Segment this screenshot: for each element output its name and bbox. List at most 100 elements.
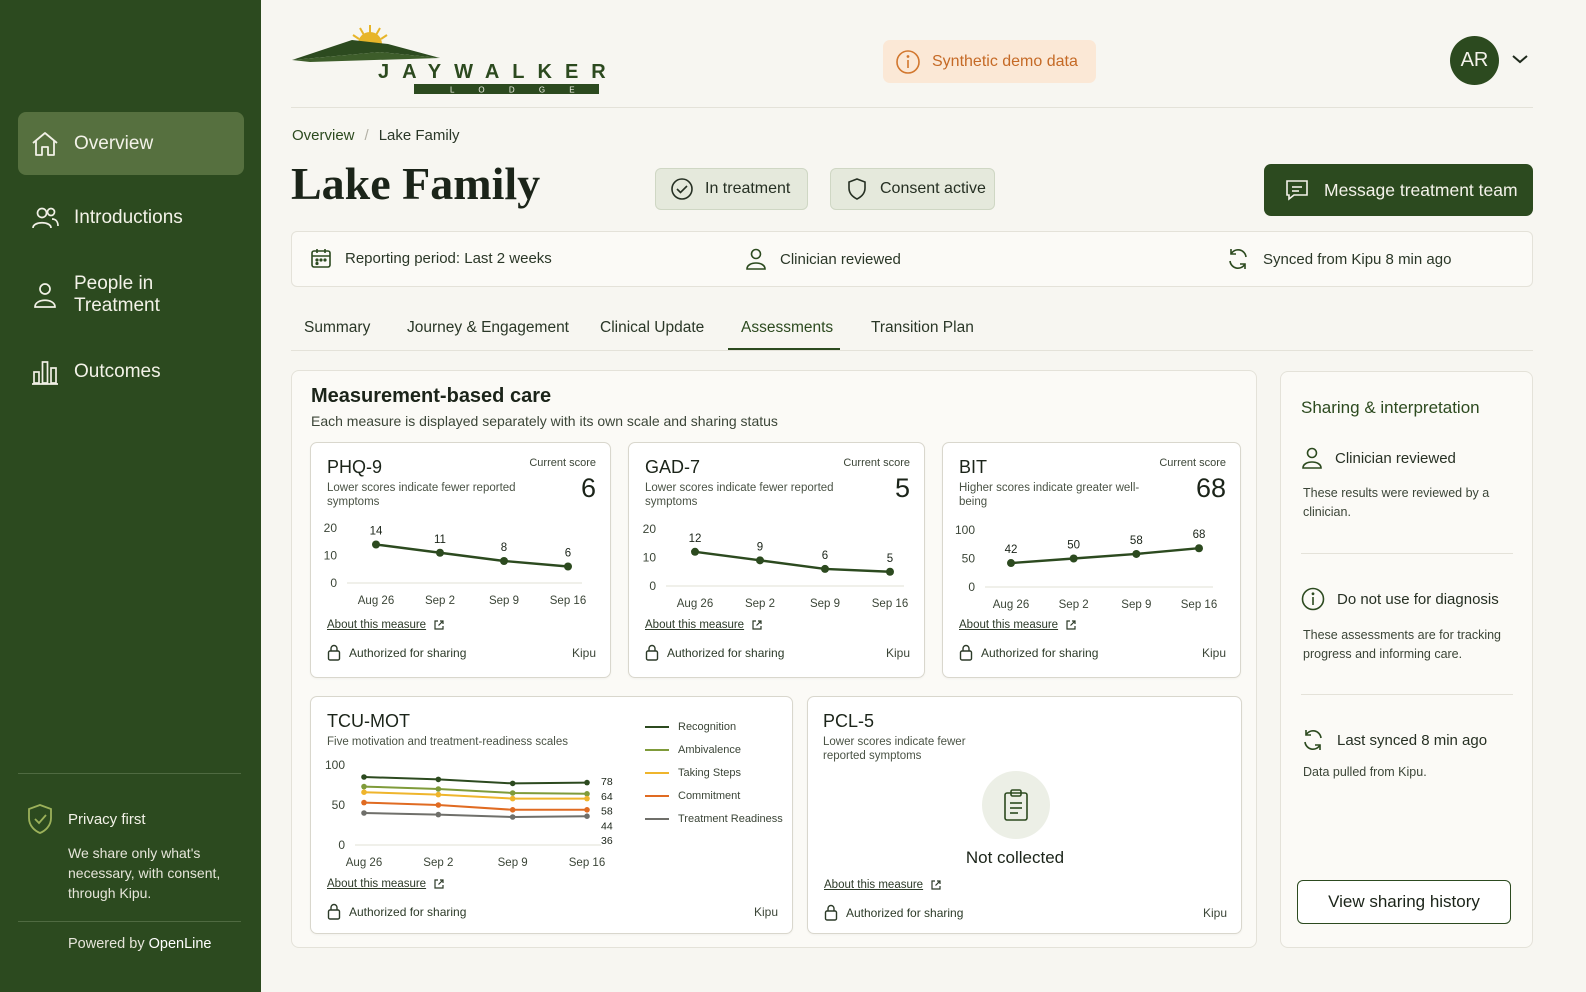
legend-item: Commitment [645,785,783,808]
lock-icon [327,644,341,661]
side-panel-title: Sharing & interpretation [1301,398,1480,417]
external-link-icon [434,879,444,889]
sidebar-item-outcomes[interactable]: Outcomes [18,340,244,403]
end-value-label: 36 [601,835,613,847]
sidebar-item-label: Outcomes [74,360,161,382]
powered-brand: OpenLine [148,936,212,952]
not-collected-text: Not collected [965,848,1065,867]
y-tick-label: 20 [643,522,657,536]
x-tick-label: Sep 2 [1059,599,1089,611]
about-measure-link[interactable]: About this measure [327,878,445,890]
current-score-value: 68 [1195,473,1226,503]
data-point [584,779,590,786]
side-divider [1301,553,1513,554]
about-measure-link[interactable]: About this measure [645,619,763,631]
data-point [1007,559,1015,568]
measure-name: TCU-MOT [327,711,410,731]
x-tick-label: Sep 16 [1181,599,1217,611]
tab-journey-engagement[interactable]: Journey & Engagement [407,319,569,337]
side-section-text: These results were reviewed by a clinici… [1303,486,1490,519]
clipboard-icon [1004,789,1028,821]
avatar[interactable]: AR [1450,36,1499,85]
x-tick-label: Sep 9 [810,598,840,610]
sidebar-item-people-in-treatment[interactable]: People in Treatment [18,263,244,326]
home-icon [32,131,58,156]
data-point [584,807,590,813]
side-section-heading: Last synced 8 min ago [1301,728,1487,752]
sharing-status-text: Authorized for sharing [349,645,467,660]
tcu-mot-chart: 0 50 100 Aug 26 Sep 2 Sep 9 Sep 16 78 64 58 44 36 [325,758,613,869]
y-tick-label: 0 [649,579,656,593]
card-gad7: GAD-7 Lower scores indicate fewer report… [628,442,925,678]
sidebar-item-introductions[interactable]: Introductions [18,186,244,249]
sharing-status: Authorized for sharing [645,644,784,661]
current-score-label: Current score [1159,457,1226,469]
series-line [1010,547,1200,565]
x-tick-label: Sep 16 [550,595,586,607]
not-collected-indicator [982,771,1050,839]
data-point [1132,549,1141,558]
external-link-icon [931,880,941,890]
shield-icon [848,178,866,200]
card-tcu-mot: TCU-MOT Five motivation and treatment-re… [310,696,793,934]
about-link-text: About this measure [645,619,745,631]
calendar-icon [311,249,331,268]
card-phq9: PHQ-9 Lower scores indicate fewer report… [310,442,611,678]
lock-icon [959,644,973,661]
data-point [435,791,442,798]
sidebar-item-label: Introductions [74,206,183,228]
sync-status-text: Synced from Kipu 8 min ago [1263,250,1452,268]
tab-assessments[interactable]: Assessments [741,319,833,337]
legend-label: Commitment [678,790,741,803]
data-point [509,807,516,813]
status-badge-consent-active: Consent active [830,168,995,210]
pill-label: Consent active [880,180,986,197]
message-treatment-team-button[interactable]: Message treatment team [1264,164,1533,216]
legend-swatch [645,748,669,751]
measure-description: Lower scores indicate fewer reported sym… [645,482,834,508]
data-point [435,811,442,818]
phq9-chart: 0 10 20 Aug 26 Sep 2 Sep 9 Sep 16 14 11 8 6 [324,521,587,607]
y-tick-label: 20 [324,521,338,535]
shield-check-icon [28,804,52,834]
about-measure-link[interactable]: About this measure [327,619,445,631]
sidebar-divider [18,773,241,774]
side-section-text: These assessments are for tracking progr… [1303,628,1501,661]
view-sharing-history-button[interactable]: View sharing history [1297,880,1511,924]
legend-label: Taking Steps [678,766,741,779]
data-label: 6 [565,548,571,560]
data-point [436,548,444,557]
about-link-text: About this measure [327,878,427,890]
jaywalker-lodge-logo[interactable]: JAYWALKER L O D G E [290,22,635,98]
about-measure-link[interactable]: About this measure [959,619,1077,631]
about-link-text: About this measure [959,619,1059,631]
tab-summary[interactable]: Summary [304,319,370,337]
x-tick-label: Sep 2 [423,857,453,869]
breadcrumb-separator: / [364,127,369,144]
gad7-chart: 0 10 20 Aug 26 Sep 2 Sep 9 Sep 16 12 9 6 5 [643,522,909,610]
side-heading-text: Clinician reviewed [1335,449,1456,467]
logo-text: JAYWALKER [378,61,619,83]
data-point [435,802,442,808]
powered-prefix: Powered by [68,936,145,952]
sidebar-item-overview[interactable]: Overview [18,112,244,175]
about-measure-link[interactable]: About this measure [824,879,942,891]
legend-item: Taking Steps [645,761,783,784]
side-heading-text: Do not use for diagnosis [1337,590,1499,608]
breadcrumb-link-overview[interactable]: Overview [292,127,355,144]
chevron-down-icon[interactable] [1511,53,1529,65]
series-line [375,543,569,568]
sharing-interpretation-panel: Sharing & interpretation Clinician revie… [1280,371,1533,948]
data-point [509,814,516,820]
data-label: 50 [1067,540,1080,552]
external-link-icon [434,620,444,630]
data-label: 5 [887,553,893,565]
side-section-text: Data pulled from Kipu. [1303,765,1427,779]
tab-clinical-update[interactable]: Clinical Update [600,319,704,337]
y-tick-label: 0 [330,576,337,590]
privacy-title: Privacy first [68,811,146,828]
tab-transition-plan[interactable]: Transition Plan [871,319,974,337]
legend-label: Treatment Readiness [678,813,783,826]
sidebar: Overview Introductions People in Treatme… [0,0,261,992]
sync-status: Synced from Kipu 8 min ago [1226,247,1451,271]
